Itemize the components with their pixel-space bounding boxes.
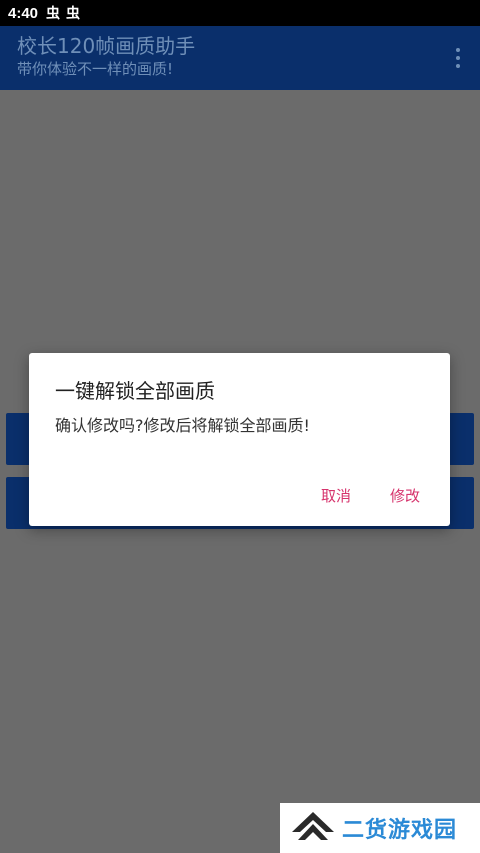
app-title: 校长120帧画质助手: [17, 34, 196, 58]
chevron-up-logo-icon: [292, 812, 334, 840]
notification-bug-icon: 虫: [46, 5, 61, 21]
dialog-title: 一键解锁全部画质: [55, 379, 215, 403]
notification-bug-icon: 虫: [66, 5, 81, 21]
status-bar: 4:40 虫 虫: [0, 0, 480, 26]
watermark-logo: 二货游戏园: [280, 803, 480, 853]
dialog-message: 确认修改吗?修改后将解锁全部画质!: [55, 416, 310, 435]
overflow-menu-icon[interactable]: [450, 46, 466, 70]
menu-dot: [456, 64, 460, 68]
status-time: 4:40: [8, 4, 39, 22]
app-subtitle: 带你体验不一样的画质!: [17, 60, 174, 78]
watermark-text: 二货游戏园: [342, 818, 458, 843]
cancel-button[interactable]: 取消: [315, 481, 357, 510]
confirm-modify-button[interactable]: 修改: [384, 481, 426, 510]
menu-dot: [456, 48, 460, 52]
app-bar: 校长120帧画质助手 带你体验不一样的画质!: [0, 26, 480, 90]
menu-dot: [456, 56, 460, 60]
unlock-dialog: 一键解锁全部画质 确认修改吗?修改后将解锁全部画质! 取消 修改: [29, 353, 450, 526]
